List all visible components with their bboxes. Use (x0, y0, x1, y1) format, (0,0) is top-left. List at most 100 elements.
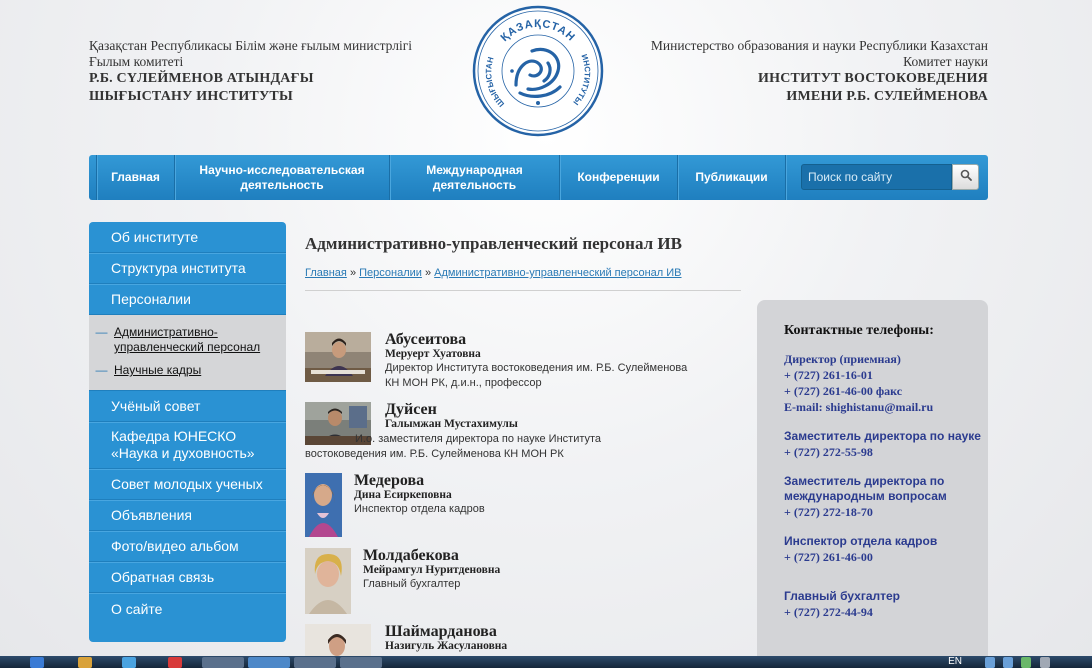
staff-info: Молдабекова Мейрамгул Нуритденовна Главн… (363, 548, 500, 614)
staff-photo[interactable] (305, 548, 351, 614)
opera-icon[interactable] (168, 657, 182, 668)
staff-role: Директор Института востоковедения им. Р.… (385, 362, 688, 374)
staff-info: Медерова Дина Есиркеповна Инспектор отде… (354, 473, 485, 537)
nav-publications[interactable]: Публикации (678, 155, 786, 200)
header-ru-ministry: Министерство образования и науки Республ… (650, 38, 988, 53)
staff-surname[interactable]: Медерова (354, 473, 485, 489)
sidebar-item-academic-council[interactable]: Учёный совет (89, 391, 286, 422)
nav-research[interactable]: Научно-исследовательская деятельность (175, 155, 390, 200)
contacts-title: Контактные телефоны: (784, 323, 934, 338)
dash-icon: — (95, 363, 108, 377)
nav-home[interactable]: Главная (97, 155, 175, 200)
header-ru-committee: Комитет науки (903, 54, 988, 69)
staff-card: Абусеитова Меруерт Хуатовна Директор Инс… (305, 332, 687, 391)
main-navigation: Главная Научно-исследовательская деятель… (89, 155, 988, 200)
staff-fullname: Галымжан Мустахимулы (385, 418, 518, 430)
sidebar-item-about-site[interactable]: О сайте (89, 593, 286, 624)
contact-director-phone: + (727) 261-16-01 (784, 368, 873, 382)
contact-deputy-science-phone: + (727) 272-55-98 (784, 445, 873, 459)
sidebar-item-personalia[interactable]: Персоналии (89, 284, 286, 315)
staff-fullname: Назигуль Жасулановна (385, 640, 508, 652)
staff-surname[interactable]: Дуйсен (385, 402, 518, 418)
contact-accountant-label: Главный бухгалтер (784, 589, 901, 603)
staff-role: КН МОН РК, д.и.н., профессор (385, 377, 542, 389)
firefox-icon[interactable] (78, 657, 92, 668)
taskbar-app-folder[interactable] (202, 657, 244, 668)
os-taskbar: EN (0, 656, 1092, 668)
header-kz-committee: Ғылым комитеті (89, 54, 184, 69)
staff-role: Главный бухгалтер (363, 578, 461, 590)
staff-info: Шаймарданова Назигуль Жасулановна (385, 624, 507, 656)
dash-icon: — (95, 325, 108, 339)
breadcrumb-separator: » (424, 267, 432, 279)
sidebar-item-feedback[interactable]: Обратная связь (89, 562, 286, 593)
staff-fullname: Мейрамгул Нуритденовна (363, 564, 501, 576)
tray-icon[interactable] (1003, 657, 1013, 668)
sidebar-item-announcements[interactable]: Объявления (89, 500, 286, 531)
header-left-kz: Қазақстан Республикасы Білім және ғылым … (89, 38, 469, 106)
staff-fullname: Дина Есиркеповна (354, 489, 452, 501)
taskbar-app-other[interactable] (340, 657, 382, 668)
header-right-ru: Министерство образования и науки Республ… (568, 38, 988, 106)
search-button[interactable] (952, 164, 979, 190)
sidebar-item-unesco-chair[interactable]: Кафедра ЮНЕСКО «Наука и духовность» (89, 422, 286, 469)
contact-hr-phone: + (727) 261-46-00 (784, 550, 873, 564)
title-divider (305, 290, 741, 291)
sidebar-subitem-scientific-staff[interactable]: Научные кадры (114, 363, 201, 378)
staff-info: Абусеитова Меруерт Хуатовна Директор Инс… (385, 332, 687, 391)
sidebar-subitem: — Административно-управленческий персона… (89, 323, 286, 357)
header-kz-ministry: Қазақстан Республикасы Білім және ғылым … (89, 38, 413, 53)
staff-photo[interactable] (305, 624, 371, 656)
sidebar-subitem: — Научные кадры (89, 361, 286, 380)
staff-card: Молдабекова Мейрамгул Нуритденовна Главн… (305, 548, 500, 614)
breadcrumb-separator: » (349, 267, 357, 279)
contact-director-fax: + (727) 261-46-00 факс (784, 384, 903, 398)
header-kz-institute-line2: ШЫҒЫСТАНУ ИНСТИТУТЫ (89, 89, 293, 104)
ie-icon[interactable] (122, 657, 136, 668)
page-title: Административно-управленческий персонал … (305, 234, 682, 253)
tray-icon[interactable] (985, 657, 995, 668)
staff-card: Шаймарданова Назигуль Жасулановна (305, 624, 507, 656)
sidebar-subitem-admin-staff[interactable]: Административно-управленческий персонал (114, 325, 286, 355)
contact-director-label: Директор (приемная) (784, 352, 901, 366)
volume-icon[interactable] (1040, 657, 1050, 668)
staff-role: И.о. заместителя директора по науке Инст… (355, 433, 602, 445)
search-icon (960, 168, 972, 186)
nav-international[interactable]: Международная деятельность (390, 155, 560, 200)
taskbar-app-chrome[interactable] (294, 657, 336, 668)
staff-surname[interactable]: Молдабекова (363, 548, 500, 564)
staff-surname[interactable]: Абусеитова (385, 332, 687, 348)
header-ru-institute-line1: ИНСТИТУТ ВОСТОКОВЕДЕНИЯ (758, 71, 988, 86)
sidebar-menu: Об институте Структура института Персона… (89, 222, 286, 642)
sidebar-item-gallery[interactable]: Фото/видео альбом (89, 531, 286, 562)
header-kz-institute-line1: Р.Б. СҮЛЕЙМЕНОВ АТЫНДАҒЫ (89, 71, 314, 86)
nav-conferences[interactable]: Конференции (560, 155, 678, 200)
contact-deputy-intl-label: Заместитель директора по международным в… (784, 474, 947, 503)
staff-role: востоковедения им. Р.Б. Сулейменова КН М… (305, 448, 564, 460)
staff-surname[interactable]: Шаймарданова (385, 624, 507, 640)
sidebar-submenu: — Административно-управленческий персона… (89, 315, 286, 391)
contact-deputy-science-label: Заместитель директора по науке (784, 429, 981, 443)
staff-role: Инспектор отдела кадров (354, 503, 485, 515)
keyboard-language[interactable]: EN (948, 656, 962, 668)
taskbar-app-skype[interactable] (248, 657, 290, 668)
start-icon[interactable] (30, 657, 44, 668)
sidebar-item-structure[interactable]: Структура института (89, 253, 286, 284)
breadcrumb: Главная » Персоналии » Административно-у… (305, 267, 682, 279)
header-ru-institute-line2: ИМЕНИ Р.Б. СУЛЕЙМЕНОВА (786, 89, 988, 104)
contact-hr-label: Инспектор отдела кадров (784, 534, 938, 548)
breadcrumb-personalia[interactable]: Персоналии (359, 267, 422, 279)
search-form (801, 164, 979, 190)
search-input[interactable] (801, 164, 952, 190)
sidebar-item-young-scientists[interactable]: Совет молодых ученых (89, 469, 286, 500)
network-icon[interactable] (1021, 657, 1031, 668)
breadcrumb-home[interactable]: Главная (305, 267, 347, 279)
sidebar-item-about[interactable]: Об институте (89, 222, 286, 253)
staff-photo[interactable] (305, 473, 342, 537)
staff-fullname: Меруерт Хуатовна (385, 348, 481, 360)
staff-card: Медерова Дина Есиркеповна Инспектор отде… (305, 473, 485, 537)
staff-photo[interactable] (305, 332, 371, 382)
breadcrumb-current[interactable]: Административно-управленческий персонал … (434, 267, 681, 279)
contact-deputy-intl-phone: + (727) 272-18-70 (784, 505, 873, 519)
contact-email[interactable]: E-mail: shighistanu@mail.ru (784, 399, 988, 415)
